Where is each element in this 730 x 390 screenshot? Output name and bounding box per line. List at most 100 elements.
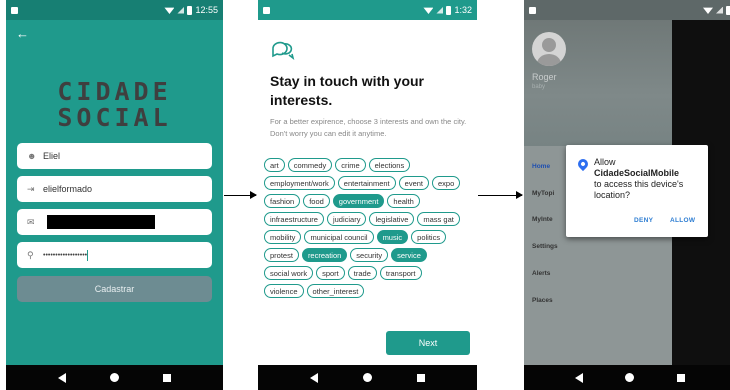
- permission-message: Allow CidadeSocialMobile to access this …: [594, 157, 704, 201]
- nav-bar: [524, 365, 730, 390]
- username-value: elielformado: [43, 184, 93, 194]
- status-time: 1:32: [454, 5, 472, 15]
- interest-chip[interactable]: food: [303, 194, 330, 208]
- interest-chip[interactable]: mass gat: [417, 212, 460, 226]
- notification-icon: [11, 6, 18, 14]
- drawer-item-places[interactable]: Places: [532, 297, 553, 304]
- interest-chip[interactable]: art: [264, 158, 285, 172]
- signal-icon: [436, 6, 444, 14]
- interest-chip[interactable]: social work: [264, 266, 314, 280]
- username-field[interactable]: ⇥ elielformado: [17, 176, 212, 202]
- drawer-header: Roger baby: [524, 20, 672, 146]
- interest-chip[interactable]: music: [376, 230, 409, 244]
- drawer-item-myinterests[interactable]: MyInte: [532, 216, 553, 223]
- interest-chip[interactable]: politics: [411, 230, 447, 244]
- wifi-icon: [703, 7, 713, 14]
- interest-chip[interactable]: protest: [264, 248, 299, 262]
- email-field[interactable]: ✉: [17, 209, 212, 235]
- chat-bubbles-icon: [272, 41, 295, 60]
- drawer-item-alerts[interactable]: Alerts: [532, 270, 550, 277]
- interest-chip[interactable]: service: [391, 248, 427, 262]
- interest-chips: art commedy crime elections employment/work e…: [264, 158, 477, 302]
- nav-home-icon[interactable]: [362, 373, 372, 382]
- location-pin-icon: [575, 156, 591, 172]
- drawer-item-settings[interactable]: Settings: [532, 243, 558, 250]
- nav-recent-icon[interactable]: [676, 373, 685, 382]
- nav-recent-icon[interactable]: [416, 373, 425, 382]
- interests-screen: 1:32 Stay in touch with your interests. …: [258, 0, 477, 390]
- avatar[interactable]: [532, 32, 566, 66]
- chip-row: violence other_interest: [264, 284, 477, 298]
- nav-back-icon[interactable]: [310, 372, 319, 383]
- battery-icon: [446, 5, 452, 15]
- key-icon: ⚲: [27, 249, 34, 260]
- chip-row: fashion food government health: [264, 194, 477, 208]
- interest-chip[interactable]: infraestructure: [264, 212, 324, 226]
- login-icon: ⇥: [27, 183, 35, 194]
- nav-back-icon[interactable]: [575, 372, 584, 383]
- interest-chip[interactable]: judiciary: [326, 212, 367, 226]
- status-bar: 1:32: [258, 0, 477, 20]
- status-bar: [524, 0, 730, 20]
- interest-chip[interactable]: trade: [347, 266, 377, 280]
- mail-icon: ✉: [27, 216, 35, 227]
- flow-arrow-icon: [478, 191, 523, 199]
- signal-icon: [177, 6, 185, 14]
- interest-chip[interactable]: mobility: [264, 230, 302, 244]
- interest-chip[interactable]: elections: [368, 158, 411, 172]
- interest-chip[interactable]: commedy: [287, 158, 333, 172]
- interest-chip[interactable]: entertainment: [337, 176, 396, 190]
- interest-chip[interactable]: event: [398, 176, 430, 190]
- chip-row: social work sport trade transport: [264, 266, 477, 280]
- interest-chip[interactable]: sport: [316, 266, 345, 280]
- interest-chip[interactable]: health: [387, 194, 420, 208]
- status-time: 12:55: [195, 5, 218, 15]
- interest-chip[interactable]: other_interest: [306, 284, 365, 298]
- signal-icon: [716, 6, 723, 14]
- deny-button[interactable]: DENY: [634, 217, 653, 224]
- logo-line-1: CIDADE: [57, 77, 172, 106]
- interest-chip[interactable]: violence: [264, 284, 304, 298]
- interest-chip[interactable]: expo: [432, 176, 461, 190]
- chip-row: protest recreation security service: [264, 248, 477, 262]
- drawer-item-home[interactable]: Home: [532, 163, 550, 170]
- arrow-left-icon[interactable]: ←: [16, 26, 29, 41]
- allow-button[interactable]: ALLOW: [670, 217, 695, 224]
- nav-recent-icon[interactable]: [163, 373, 171, 382]
- interest-chip[interactable]: recreation: [301, 248, 348, 262]
- nav-bar: [6, 365, 223, 390]
- permission-app-name: CidadeSocialMobile: [594, 168, 680, 178]
- password-field[interactable]: ⚲ ••••••••••••••••••: [17, 242, 212, 268]
- interest-chip[interactable]: crime: [335, 158, 366, 172]
- permission-line-question: to access this device's location?: [594, 179, 684, 200]
- wifi-icon: [164, 7, 175, 14]
- interest-chip[interactable]: fashion: [264, 194, 301, 208]
- drawer-item-mytopics[interactable]: MyTopi: [532, 190, 554, 197]
- chip-row: mobility municipal council music politics: [264, 230, 477, 244]
- wifi-icon: [423, 7, 434, 14]
- interest-chip[interactable]: security: [350, 248, 389, 262]
- name-value: Eliel: [43, 151, 61, 161]
- permission-dialog: Allow CidadeSocialMobile to access this …: [566, 145, 708, 237]
- nav-home-icon[interactable]: [110, 373, 119, 382]
- interest-chip[interactable]: municipal council: [304, 230, 374, 244]
- flow-arrow-icon: [224, 191, 257, 199]
- password-value: ••••••••••••••••••: [43, 251, 88, 259]
- interest-chip[interactable]: legislative: [369, 212, 415, 226]
- interest-chip[interactable]: employment/work: [264, 176, 335, 190]
- name-field[interactable]: ☻ Eliel: [17, 143, 212, 169]
- interest-chip[interactable]: transport: [379, 266, 422, 280]
- nav-home-icon[interactable]: [625, 373, 635, 382]
- page-title: Stay in touch with your interests.: [270, 73, 425, 108]
- notification-icon: [263, 6, 270, 14]
- chip-row: art commedy crime elections: [264, 158, 477, 172]
- next-button[interactable]: Next: [386, 331, 470, 355]
- notification-icon: [529, 6, 536, 14]
- signup-screen: 12:55 ← CIDADE SOCIAL ☻ Eliel ⇥ elielfor…: [6, 0, 223, 390]
- interest-chip[interactable]: government: [332, 194, 385, 208]
- status-bar: 12:55: [6, 0, 223, 20]
- register-button[interactable]: Cadastrar: [17, 276, 212, 302]
- nav-back-icon[interactable]: [58, 372, 66, 383]
- redacted-email: [47, 215, 155, 229]
- user-subtitle: baby: [532, 84, 546, 90]
